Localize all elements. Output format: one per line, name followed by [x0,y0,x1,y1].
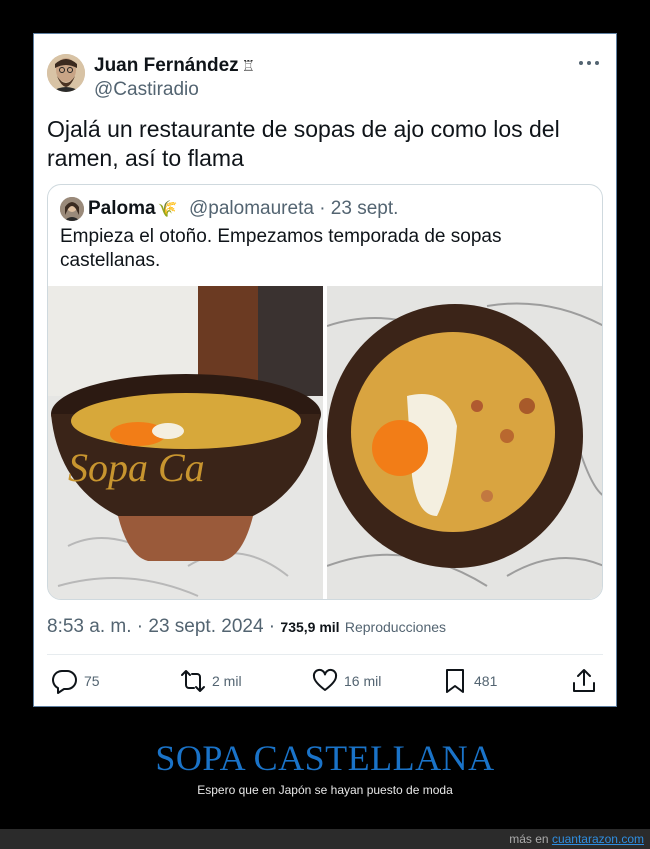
bookmark-button[interactable]: 481 [442,664,497,698]
reply-count: 75 [84,673,100,689]
footer-bar: más en cuantarazon.com [0,829,650,849]
divider [47,654,603,655]
like-button[interactable]: 16 mil [312,664,381,698]
reply-button[interactable]: 75 [52,664,100,698]
wheat-emoji: 🌾 [157,201,178,218]
views-label: Reproducciones [344,619,447,635]
action-bar: 75 2 mil 16 mil 481 [34,664,618,698]
timestamp[interactable]: 8:53 a. m. · 23 sept. 2024 · [47,616,280,637]
quote-author-avatar[interactable] [60,197,84,221]
soup-bowl-top-photo[interactable] [327,286,602,599]
quote-author-name-text: Paloma [88,198,156,219]
footer-credit: más en cuantarazon.com [509,832,644,846]
bookmark-count: 481 [474,673,498,689]
heart-icon [312,668,338,691]
retweet-icon [181,670,205,692]
views-count: 735,9 mil [280,619,340,635]
share-icon [573,669,595,692]
bowl-lettering: Sopa Ca [68,445,205,490]
footer-site-link[interactable]: cuantarazon.com [552,832,644,846]
caption-subline: Espero que en Japón se hayan puesto de m… [197,783,453,797]
quote-author-name[interactable]: Paloma 🌾 [88,198,178,220]
author-avatar[interactable] [47,54,85,92]
caption-headline: SOPA CASTELLANA [155,738,495,778]
quoted-tweet[interactable]: Paloma 🌾 @palomaureta · 23 sept. Empieza … [47,184,603,600]
quote-text: Empieza el otoño. Empezamos temporada de… [60,226,502,271]
footer-prefix: más en [509,832,552,846]
author-name-text: Juan Fernández [94,55,239,76]
quote-photos: Sopa Ca [48,286,602,599]
more-options-icon[interactable] [578,58,600,68]
quote-handle-date: @palomaureta · 23 sept. [189,198,399,219]
soup-bowl-side-photo[interactable]: Sopa Ca [48,286,323,599]
retweet-button[interactable]: 2 mil [180,664,242,698]
author-name[interactable]: Juan Fernández ♖ [94,55,255,77]
reply-icon [52,669,77,694]
retweet-count: 2 mil [212,673,242,689]
share-button[interactable] [571,664,603,698]
author-badge: ♖ [241,58,256,75]
tweet-meta: 8:53 a. m. · 23 sept. 2024 · 735,9 mil R… [47,616,446,638]
author-handle[interactable]: @Castiradio [94,79,199,101]
bookmark-icon [446,669,464,693]
like-count: 16 mil [344,673,382,689]
tweet-card: Juan Fernández ♖ @Castiradio Ojalá un res… [33,33,617,707]
tweet-text: Ojalá un restaurante de sopas de ajo com… [47,116,560,171]
